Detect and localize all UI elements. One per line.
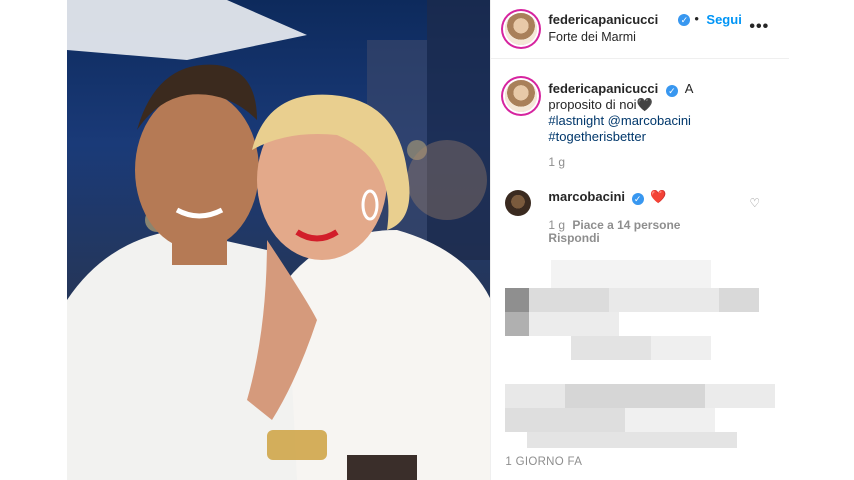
caption-author-username[interactable]: federicapanicucci	[548, 81, 658, 96]
comment-time: 1 g	[548, 218, 566, 232]
caption-verified-icon: ✓	[665, 85, 678, 97]
post-caption: federicapanicucci ✓ A proposito di noi🖤 …	[548, 81, 748, 145]
comment-text: ❤️	[650, 189, 667, 204]
comment-body: marcobacini ✓ ❤️	[548, 189, 666, 205]
verified-badge-icon: ✓	[678, 14, 691, 26]
author-avatar[interactable]	[505, 13, 538, 45]
commenter-avatar[interactable]	[505, 190, 532, 216]
commenter-username[interactable]: marcobacini	[548, 189, 625, 204]
post-photo[interactable]	[67, 0, 491, 480]
post-header: federicapanicucci ✓ • Segui Forte dei Ma…	[491, 0, 790, 59]
caption-hashtag-2[interactable]: #togetherisbetter	[548, 129, 748, 145]
commenter-verified-icon: ✓	[631, 193, 644, 205]
like-comment-heart-icon[interactable]: ♡	[749, 196, 760, 210]
location-link[interactable]: Forte dei Marmi	[548, 30, 636, 44]
photo-illustration	[67, 0, 491, 480]
author-username[interactable]: federicapanicucci	[548, 12, 658, 27]
reply-button[interactable]: Rispondi	[548, 231, 599, 245]
follow-button[interactable]: Segui	[706, 12, 741, 27]
caption-author-avatar[interactable]	[505, 80, 538, 112]
more-options-icon[interactable]: •••	[749, 18, 769, 36]
instagram-post: federicapanicucci ✓ • Segui Forte dei Ma…	[67, 0, 790, 480]
separator-dot: •	[694, 11, 699, 26]
caption-time: 1 g	[548, 155, 566, 169]
post-side-panel: federicapanicucci ✓ • Segui Forte dei Ma…	[490, 0, 790, 480]
caption-hashtag-1[interactable]: #lastnight @marcobacini	[548, 113, 748, 129]
post-time-ago: 1 GIORNO FA	[505, 456, 583, 468]
comment-likes-count[interactable]: Piace a 14 persone	[572, 218, 680, 232]
